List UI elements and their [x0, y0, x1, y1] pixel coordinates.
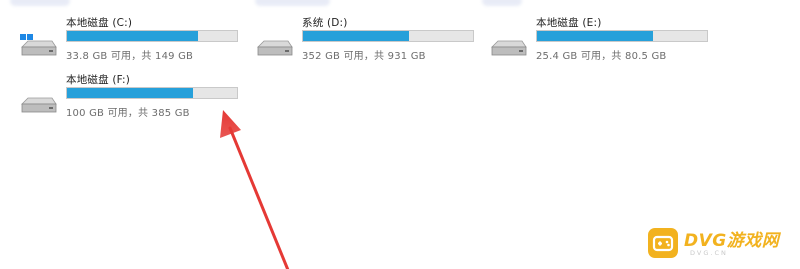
drive-item-c[interactable]: 本地磁盘 (C:) 33.8 GB 可用，共 149 GB: [18, 15, 248, 65]
drive-item-d[interactable]: 系统 (D:) 352 GB 可用，共 931 GB: [254, 15, 484, 65]
watermark-brand: DVG游戏网: [684, 231, 780, 251]
partial-item-top-left: [10, 0, 70, 6]
drive-name: 系统 (D:): [302, 17, 348, 29]
drive-name: 本地磁盘 (F:): [66, 74, 131, 86]
drive-free-space: 33.8 GB 可用，共 149 GB: [66, 51, 194, 62]
drive-usage-bar: [66, 30, 238, 42]
drive-usage-fill: [67, 31, 199, 41]
drive-usage-bar: [302, 30, 474, 42]
drive-usage-bar: [536, 30, 708, 42]
drive-name: 本地磁盘 (C:): [66, 17, 133, 29]
partial-item-top-middle: [255, 0, 330, 6]
explorer-drives-view: 本地磁盘 (C:) 33.8 GB 可用，共 149 GB 系统 (D:) 35…: [0, 0, 800, 269]
drive-free-space: 352 GB 可用，共 931 GB: [302, 51, 426, 62]
hard-drive-icon: [491, 40, 527, 56]
drive-usage-fill: [67, 88, 193, 98]
hard-drive-icon: [257, 40, 293, 56]
drive-free-space: 25.4 GB 可用，共 80.5 GB: [536, 51, 667, 62]
drive-usage-bar: [66, 87, 238, 99]
watermark-logo: DVG游戏网 DVG.CN: [638, 222, 798, 266]
drive-usage-fill: [537, 31, 654, 41]
drive-name: 本地磁盘 (E:): [536, 17, 602, 29]
partial-item-top-right: [482, 0, 522, 6]
gamepad-icon: [648, 228, 678, 258]
drive-item-e[interactable]: 本地磁盘 (E:) 25.4 GB 可用，共 80.5 GB: [488, 15, 718, 65]
hard-drive-icon: [21, 97, 57, 113]
drive-usage-fill: [303, 31, 409, 41]
drive-free-space: 100 GB 可用，共 385 GB: [66, 108, 190, 119]
annotation-arrow: [220, 110, 290, 269]
windows-drive-icon: [20, 34, 57, 56]
watermark-url: DVG.CN: [690, 249, 728, 257]
